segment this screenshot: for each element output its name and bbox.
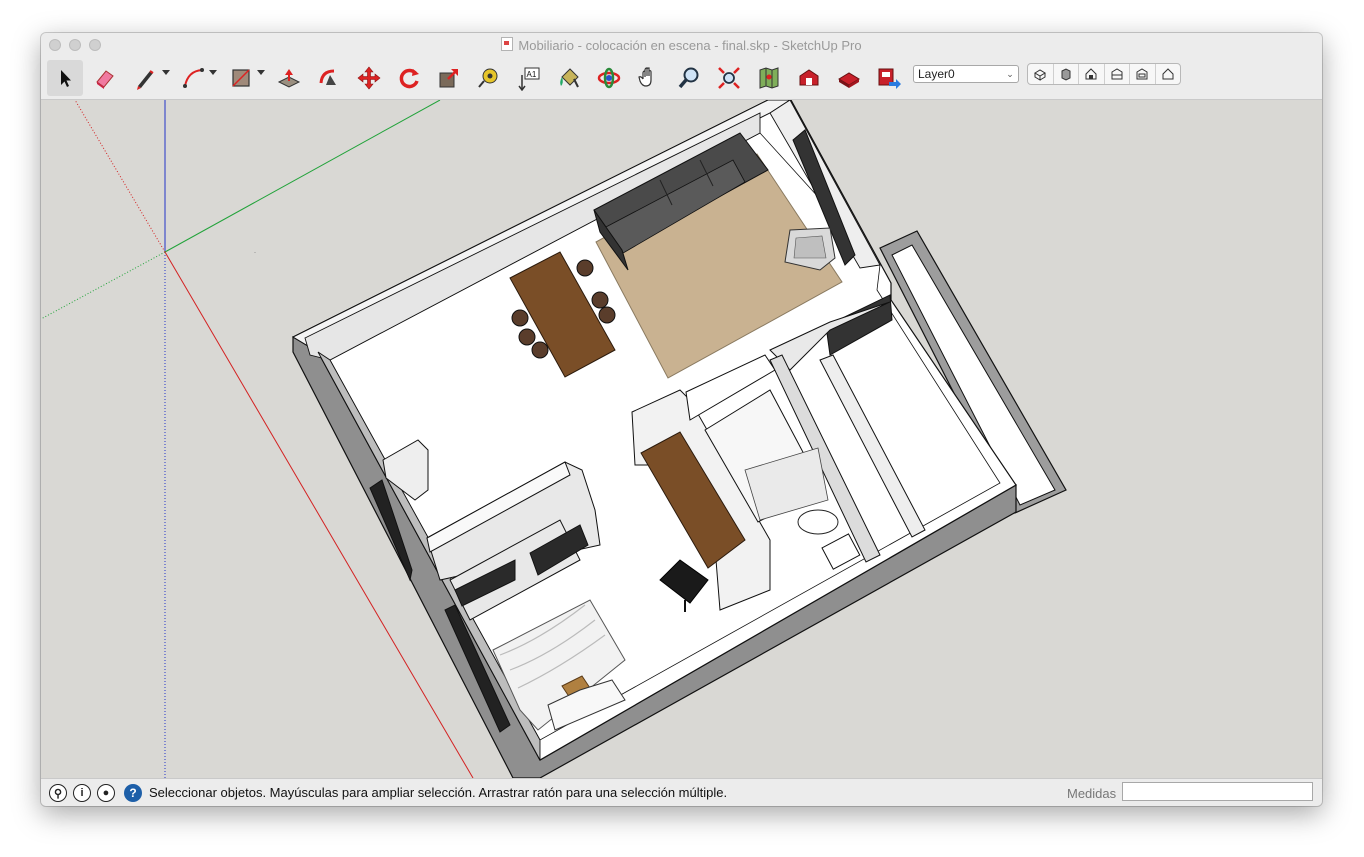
paint-bucket-tool[interactable] — [551, 60, 587, 96]
document-icon — [501, 37, 514, 51]
back-view-icon — [1136, 68, 1148, 80]
window-title-text: Mobiliario - colocación en escena - fina… — [518, 38, 862, 53]
orbit-tool[interactable] — [591, 60, 627, 96]
text-tool[interactable]: A1 — [511, 60, 547, 96]
top-view-button[interactable] — [1054, 64, 1079, 84]
geolocation-status-icon[interactable]: ⚲ — [49, 784, 67, 802]
scale-tool[interactable] — [431, 60, 467, 96]
share-model-tool[interactable] — [871, 60, 907, 96]
zoom-extents-icon — [718, 67, 740, 89]
push-pull-icon — [277, 69, 301, 88]
front-view-icon — [1085, 68, 1097, 80]
sketchup-window: Mobiliario - colocación en escena - fina… — [41, 33, 1322, 806]
rectangle-tool[interactable] — [223, 60, 259, 96]
red-axis-negative — [74, 100, 166, 253]
measures-input[interactable] — [1122, 782, 1313, 801]
move-tool[interactable] — [351, 60, 387, 96]
share-icon — [878, 68, 901, 89]
main-toolbar: A1 Layer0 ⌄ — [41, 57, 1322, 100]
right-view-icon — [1111, 68, 1123, 80]
select-tool[interactable] — [47, 60, 83, 96]
push-pull-tool[interactable] — [271, 60, 307, 96]
layer-select[interactable]: Layer0 ⌄ — [913, 65, 1019, 83]
layer-select-value: Layer0 — [918, 67, 955, 81]
warehouse-icon — [799, 69, 819, 86]
text-tool-glyph: A1 — [527, 70, 537, 79]
pencil-icon — [137, 70, 154, 90]
rotate-icon — [399, 68, 419, 89]
follow-me-tool[interactable] — [311, 60, 347, 96]
left-view-button[interactable] — [1156, 64, 1181, 84]
chevron-down-icon: ⌄ — [1006, 69, 1014, 79]
rectangle-tool-dropdown[interactable] — [257, 70, 265, 75]
line-tool[interactable] — [127, 60, 163, 96]
green-axis-negative — [41, 251, 166, 320]
move-arrows-icon — [357, 66, 381, 90]
left-view-icon — [1162, 68, 1174, 80]
hand-icon — [638, 67, 652, 87]
extension-icon — [838, 72, 860, 88]
add-location-tool[interactable] — [751, 60, 787, 96]
arc-tool[interactable] — [175, 60, 211, 96]
iso-view-button[interactable] — [1028, 64, 1054, 84]
status-bar: ⚲ i ● ? Seleccionar objetos. Mayúsculas … — [41, 778, 1322, 806]
credits-status-icon[interactable]: i — [73, 784, 91, 802]
window-title: Mobiliario - colocación en escena - fina… — [41, 37, 1322, 53]
views-toolbar — [1027, 63, 1181, 85]
zoom-extents-tool[interactable] — [711, 60, 747, 96]
right-view-button[interactable] — [1105, 64, 1130, 84]
line-tool-dropdown[interactable] — [162, 70, 170, 75]
eraser-icon — [96, 70, 114, 89]
scale-icon — [439, 69, 458, 88]
pan-tool[interactable] — [631, 60, 667, 96]
arrow-cursor-icon — [61, 70, 71, 87]
extension-warehouse-tool[interactable] — [831, 60, 867, 96]
paint-bucket-icon — [560, 68, 579, 88]
title-bar: Mobiliario - colocación en escena - fina… — [41, 33, 1322, 57]
top-view-icon — [1061, 68, 1071, 81]
tape-measure-tool[interactable] — [471, 60, 507, 96]
orbit-icon — [597, 67, 621, 89]
3d-warehouse-tool[interactable] — [791, 60, 827, 96]
status-message: Seleccionar objetos. Mayúsculas para amp… — [149, 785, 728, 800]
map-icon — [759, 67, 779, 89]
tape-measure-icon — [478, 68, 498, 88]
model-viewport[interactable] — [41, 100, 1322, 778]
eraser-tool[interactable] — [87, 60, 123, 96]
measures-label: Medidas — [1067, 786, 1117, 801]
zoom-tool[interactable] — [671, 60, 707, 96]
iso-view-icon — [1034, 69, 1047, 81]
green-axis-positive — [164, 100, 441, 253]
arc-tool-dropdown[interactable] — [209, 70, 217, 75]
rectangle-icon — [232, 69, 250, 87]
front-view-button[interactable] — [1079, 64, 1105, 84]
follow-me-icon — [319, 69, 336, 85]
user-account-icon[interactable]: ● — [97, 784, 115, 802]
armchair — [784, 227, 836, 271]
arc-icon — [183, 68, 204, 88]
model-canvas[interactable] — [41, 100, 1322, 778]
back-view-button[interactable] — [1130, 64, 1156, 84]
rotate-tool[interactable] — [391, 60, 427, 96]
text-label-icon: A1 — [518, 67, 540, 91]
magnifier-icon — [678, 67, 699, 89]
help-icon[interactable]: ? — [124, 784, 142, 802]
